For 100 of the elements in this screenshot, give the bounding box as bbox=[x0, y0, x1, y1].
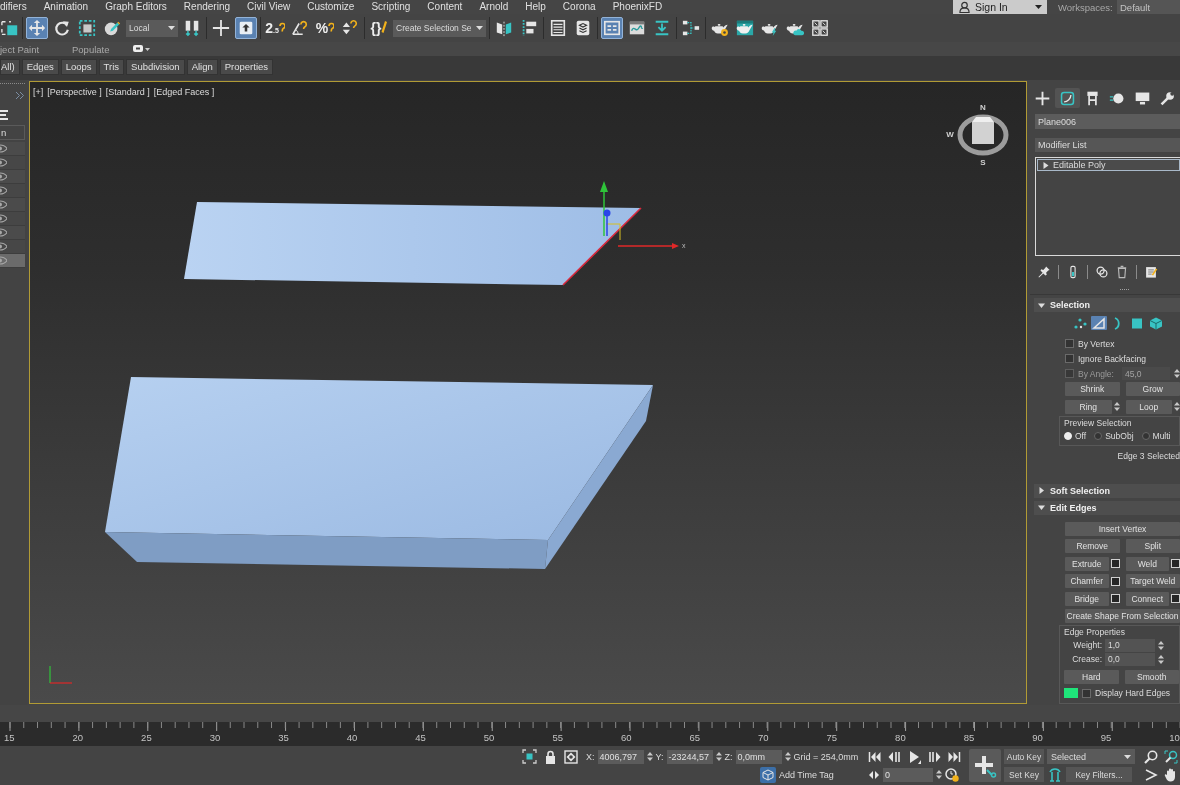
pin-icon[interactable] bbox=[1037, 265, 1051, 279]
menu-item[interactable]: Customize bbox=[307, 0, 355, 14]
spinner-icon[interactable] bbox=[715, 751, 722, 762]
eye-icon[interactable] bbox=[0, 158, 7, 167]
lock-icon[interactable] bbox=[545, 749, 556, 764]
rollout-header[interactable]: Selection bbox=[1034, 298, 1180, 312]
go-to-start-icon[interactable] bbox=[868, 750, 881, 763]
ribbon-options-icon[interactable] bbox=[133, 45, 150, 53]
checkbox[interactable] bbox=[1065, 354, 1074, 363]
arrow-up-icon[interactable] bbox=[235, 17, 257, 39]
checkbox[interactable] bbox=[1065, 339, 1074, 348]
command-button[interactable]: Smooth bbox=[1124, 669, 1179, 684]
time-tag-icon[interactable] bbox=[760, 766, 776, 783]
command-button[interactable]: Target Weld bbox=[1125, 574, 1180, 588]
workspace-dropdown[interactable]: Default bbox=[1117, 0, 1180, 14]
selection-set-dropdown[interactable]: Create Selection Se bbox=[393, 19, 486, 37]
isolate-icon[interactable] bbox=[522, 749, 537, 764]
viewport-menu-label[interactable]: [+] bbox=[33, 87, 44, 97]
add-time-tag-link[interactable]: Add Time Tag bbox=[779, 769, 834, 780]
curve-frame-icon[interactable] bbox=[1055, 88, 1080, 108]
command-button[interactable]: Grow bbox=[1125, 382, 1180, 396]
menu-item[interactable]: Arnold bbox=[479, 0, 509, 14]
scale-icon[interactable] bbox=[76, 17, 98, 39]
expand-icon[interactable] bbox=[1043, 161, 1049, 169]
object-name-field[interactable]: Plane006 bbox=[1035, 114, 1180, 129]
frame-field[interactable]: 0 bbox=[883, 767, 933, 782]
compass-label[interactable]: W bbox=[946, 130, 954, 139]
go-to-end-icon[interactable] bbox=[948, 750, 961, 763]
menu-item[interactable]: Help bbox=[525, 0, 546, 14]
rings-icon[interactable] bbox=[1095, 265, 1109, 279]
command-button[interactable]: Weld bbox=[1125, 556, 1169, 571]
rollout-header[interactable]: Soft Selection bbox=[1034, 483, 1180, 498]
settings-icon[interactable] bbox=[1110, 576, 1120, 586]
menu-item[interactable]: PhoenixFD bbox=[612, 0, 663, 14]
spinner-icon[interactable] bbox=[1174, 401, 1180, 412]
radio-button[interactable] bbox=[1141, 431, 1150, 440]
play-icon[interactable] bbox=[908, 749, 921, 764]
column-header[interactable]: n bbox=[0, 125, 25, 140]
eye-icon[interactable] bbox=[0, 144, 7, 153]
spinner-icon[interactable] bbox=[1158, 639, 1164, 651]
double-chevron-icon[interactable] bbox=[16, 92, 24, 99]
trash-icon[interactable] bbox=[1115, 265, 1129, 279]
eye-icon[interactable] bbox=[0, 228, 7, 237]
eye-icon[interactable] bbox=[0, 186, 7, 195]
spinner-icon[interactable] bbox=[1174, 368, 1180, 379]
move-gizmo[interactable] bbox=[600, 181, 679, 249]
coordinate-field[interactable]: 0,0mm bbox=[735, 749, 782, 764]
viewport-menu-label[interactable]: [Edged Faces ] bbox=[153, 87, 215, 97]
time-configuration-icon[interactable] bbox=[945, 767, 959, 782]
coordinate-field[interactable]: -23244,57 bbox=[666, 749, 713, 764]
menu-item[interactable]: Graph Editors bbox=[105, 0, 167, 14]
notepad-icon[interactable] bbox=[1144, 265, 1158, 279]
settings-icon[interactable] bbox=[1110, 594, 1120, 603]
coordinate-system-dropdown[interactable]: Local bbox=[126, 19, 178, 37]
command-button[interactable]: Remove bbox=[1065, 539, 1120, 553]
ribbon-button[interactable]: All) bbox=[0, 58, 20, 75]
command-button[interactable]: Extrude bbox=[1065, 556, 1109, 571]
square-icon[interactable] bbox=[1129, 316, 1145, 330]
number-field[interactable]: 1,0 bbox=[1105, 638, 1155, 652]
previous-frame-icon[interactable] bbox=[888, 750, 901, 763]
sign-in-button[interactable]: Sign In bbox=[953, 0, 1047, 14]
ribbon-tab[interactable]: ject Paint bbox=[0, 43, 72, 55]
command-button[interactable]: Ring bbox=[1065, 399, 1112, 414]
hand-icon[interactable] bbox=[1164, 767, 1178, 782]
menu-item[interactable]: Animation bbox=[43, 0, 89, 14]
spinner-icon[interactable] bbox=[1158, 653, 1164, 665]
ribbon-button[interactable]: Subdivision bbox=[126, 58, 185, 75]
crosshair-icon[interactable] bbox=[210, 17, 232, 39]
command-button[interactable]: Bridge bbox=[1065, 591, 1109, 606]
key-filters-button[interactable]: Key Filters... bbox=[1066, 767, 1132, 782]
color-swatch[interactable] bbox=[1064, 688, 1078, 698]
menu-item[interactable]: Rendering bbox=[183, 0, 230, 14]
eye-icon[interactable] bbox=[0, 242, 7, 251]
spinner-icon[interactable] bbox=[646, 751, 653, 762]
search-icon[interactable] bbox=[1144, 749, 1158, 764]
set-key-button[interactable]: Set Key bbox=[1004, 767, 1044, 782]
eye-icon[interactable] bbox=[0, 214, 7, 223]
viewport-menu-label[interactable]: [Standard ] bbox=[105, 87, 150, 97]
cube-icon[interactable] bbox=[1148, 316, 1164, 330]
ribbon-button[interactable]: Align bbox=[186, 58, 218, 75]
explorer-row[interactable] bbox=[0, 184, 25, 198]
explorer-row[interactable] bbox=[0, 254, 25, 268]
modifier-list-dropdown[interactable]: Modifier List bbox=[1035, 138, 1180, 152]
vertex-dots-icon[interactable] bbox=[1072, 316, 1088, 330]
settings-icon[interactable] bbox=[1171, 594, 1180, 603]
menu-item[interactable]: difiers bbox=[0, 0, 27, 14]
explorer-row[interactable] bbox=[0, 156, 25, 170]
command-button[interactable]: Insert Vertex bbox=[1065, 521, 1180, 536]
settings-icon[interactable] bbox=[1171, 559, 1180, 568]
command-button[interactable]: Loop bbox=[1125, 399, 1172, 414]
command-button[interactable]: Hard bbox=[1064, 669, 1119, 684]
radio-button[interactable] bbox=[1094, 431, 1103, 440]
explorer-row[interactable] bbox=[0, 240, 25, 254]
grip-icon[interactable] bbox=[1120, 288, 1130, 291]
command-button[interactable]: Shrink bbox=[1065, 382, 1120, 396]
compass-label[interactable]: N bbox=[980, 103, 986, 112]
explorer-row[interactable] bbox=[0, 226, 25, 240]
command-button[interactable]: Create Shape From Selection bbox=[1065, 609, 1180, 623]
next-frame-icon[interactable] bbox=[928, 750, 941, 763]
modifier-item[interactable]: Editable Poly bbox=[1037, 159, 1180, 171]
